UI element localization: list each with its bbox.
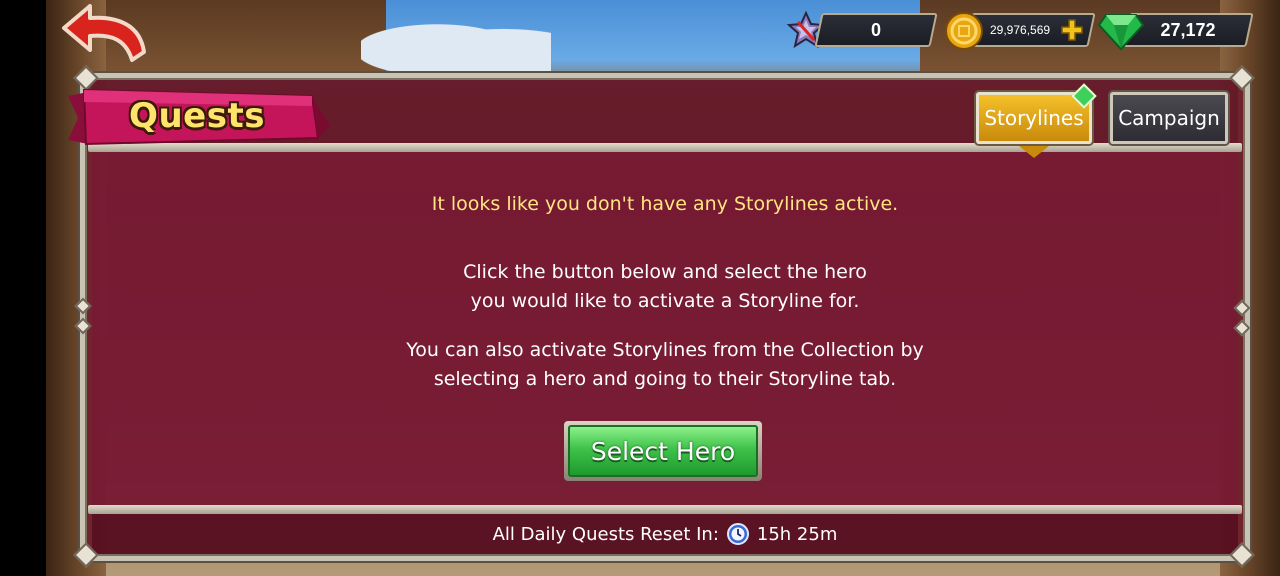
gold-value: 29,976,569 bbox=[990, 23, 1051, 37]
instruction-text-1: Click the button below and select the he… bbox=[92, 258, 1238, 316]
reset-time: 15h 25m bbox=[756, 523, 838, 545]
instruction-text-1-line-2: you would like to activate a Storyline f… bbox=[470, 290, 860, 312]
select-hero-button[interactable]: Select Hero bbox=[564, 421, 762, 481]
back-arrow-icon bbox=[62, 4, 146, 62]
gold-coin-icon bbox=[945, 12, 983, 50]
instruction-text-1-line-1: Click the button below and select the he… bbox=[463, 261, 867, 283]
background-roof-left bbox=[106, 0, 386, 75]
background-cloud bbox=[361, 14, 551, 74]
page-title: Quests bbox=[129, 96, 265, 136]
gems-value: 27,172 bbox=[1160, 20, 1216, 40]
clock-icon bbox=[726, 523, 749, 545]
back-button[interactable] bbox=[56, 2, 148, 64]
reset-label: All Daily Quests Reset In: bbox=[492, 523, 719, 545]
instruction-text-2-line-1: You can also activate Storylines from th… bbox=[406, 339, 924, 361]
tokens-value: 0 bbox=[870, 20, 881, 40]
select-hero-label: Select Hero bbox=[568, 425, 758, 477]
instruction-text-2: You can also activate Storylines from th… bbox=[92, 336, 1238, 394]
daily-reset-timer: All Daily Quests Reset In: 15h 25m bbox=[92, 514, 1238, 554]
instruction-text-2-line-2: selecting a hero and going to their Stor… bbox=[433, 368, 897, 390]
panel-divider-bottom bbox=[88, 505, 1242, 514]
gem-icon bbox=[1098, 14, 1144, 51]
tokens-counter: 0 bbox=[814, 13, 938, 47]
add-gold-icon[interactable] bbox=[1060, 18, 1084, 42]
active-tab-pointer bbox=[1014, 142, 1054, 158]
tab-campaign[interactable]: Campaign bbox=[1110, 92, 1228, 144]
no-storylines-message: It looks like you don't have any Storyli… bbox=[431, 193, 899, 215]
